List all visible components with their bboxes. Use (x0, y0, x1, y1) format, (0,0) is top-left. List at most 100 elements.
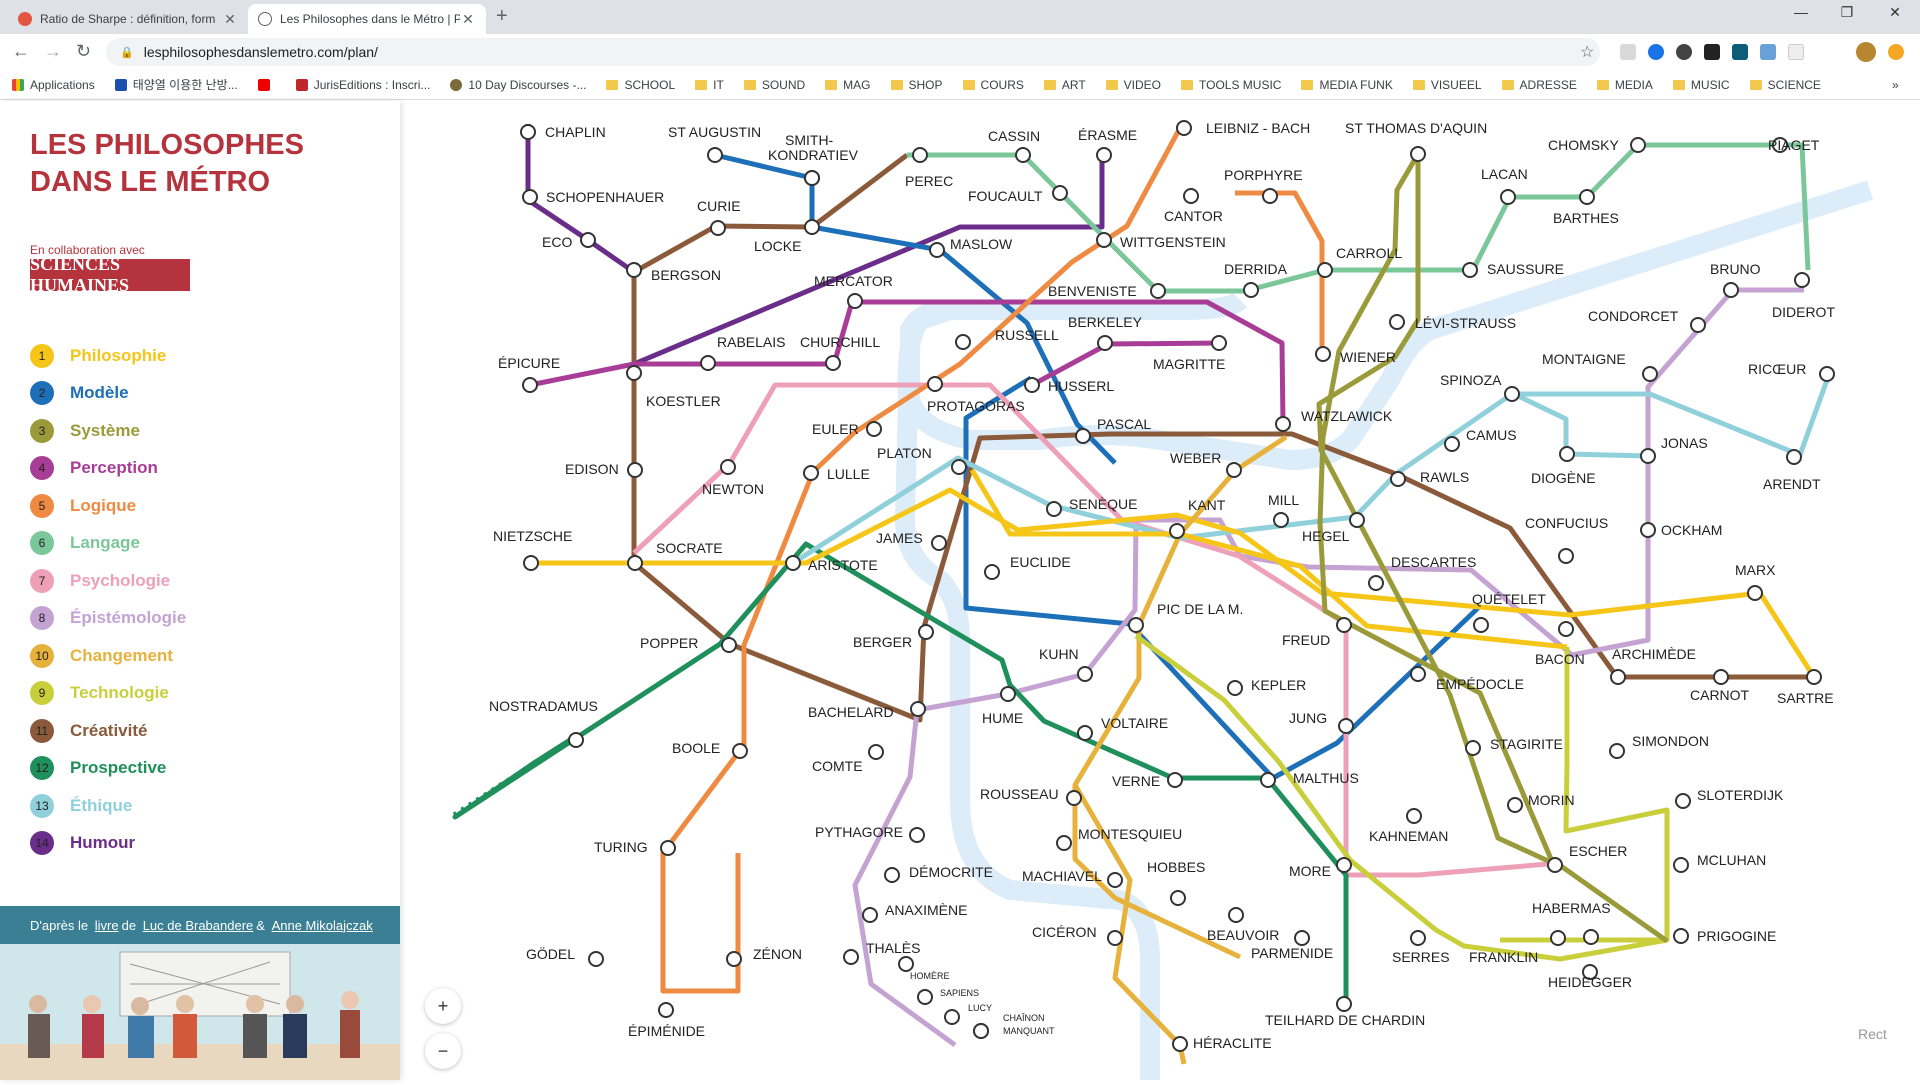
station-label[interactable]: KONDRATIEV (768, 147, 859, 163)
station-rabelais[interactable] (700, 355, 716, 371)
address-bar[interactable]: 🔒 lesphilosophesdanslemetro.com/plan/ (106, 38, 1600, 66)
station-label[interactable]: DIDEROT (1772, 304, 1835, 320)
station-sloterdijk[interactable] (1675, 793, 1691, 809)
station-label[interactable]: BERGSON (651, 267, 721, 283)
extension-icon[interactable] (1760, 44, 1776, 60)
restore-icon[interactable]: ❐ (1824, 4, 1870, 21)
station-diogene[interactable] (1559, 446, 1575, 462)
extension-icon[interactable] (1732, 44, 1748, 60)
station-chaplin[interactable] (520, 124, 536, 140)
station-label[interactable]: PROTAGORAS (927, 398, 1025, 414)
alert-icon[interactable] (1888, 44, 1904, 60)
metro-line-13[interactable] (1512, 391, 1649, 459)
station-protagoras[interactable] (927, 376, 943, 392)
station-label[interactable]: JAMES (876, 530, 923, 546)
station-label[interactable]: SMITH- (785, 132, 834, 148)
station-more[interactable] (1336, 857, 1352, 873)
station-freud[interactable] (1336, 617, 1352, 633)
station-label[interactable]: SCHOPENHAUER (546, 189, 664, 205)
station-lulle[interactable] (803, 465, 819, 481)
bookmark-folder[interactable]: SHOP (890, 78, 943, 92)
zoom-out-button[interactable]: − (425, 1033, 461, 1069)
station-label[interactable]: STAGIRITE (1490, 736, 1563, 752)
station-popper[interactable] (721, 637, 737, 653)
station-boole[interactable] (732, 743, 748, 759)
bookmark-item[interactable] (257, 78, 276, 91)
more-bookmarks-button[interactable]: » (1892, 78, 1899, 92)
station-label[interactable]: QUÉTELET (1472, 591, 1546, 607)
station-label[interactable]: EMPÉDOCLE (1436, 676, 1524, 692)
station-label[interactable]: TEILHARD DE CHARDIN (1265, 1012, 1425, 1028)
station-husserl[interactable] (1024, 377, 1040, 393)
station-aristote[interactable] (785, 555, 801, 571)
station-label[interactable]: MILL (1268, 492, 1299, 508)
station-label[interactable]: MORIN (1528, 792, 1575, 808)
close-window-icon[interactable]: ✕ (1872, 4, 1918, 21)
station-label[interactable]: MCLUHAN (1697, 852, 1766, 868)
minimize-icon[interactable]: — (1778, 4, 1824, 20)
station-berkeley[interactable] (1097, 335, 1113, 351)
station-cassin[interactable] (1015, 147, 1031, 163)
station-label[interactable]: POPPER (640, 635, 698, 651)
station-russell[interactable] (955, 334, 971, 350)
station-label[interactable]: LULLE (827, 466, 870, 482)
station-label[interactable]: RICŒUR (1748, 361, 1806, 377)
station-label[interactable]: EDISON (565, 461, 619, 477)
close-icon[interactable]: ✕ (222, 11, 238, 28)
close-icon[interactable]: ✕ (460, 11, 476, 28)
back-icon[interactable]: ← (12, 41, 30, 62)
metro-map[interactable]: CHAPLIN ST AUGUSTIN SMITH- KONDRATIEV PEREC C… (400, 101, 1920, 1080)
station-label[interactable]: CICÉRON (1032, 924, 1097, 940)
station-label[interactable]: TURING (594, 839, 648, 855)
station-label[interactable]: MAGRITTE (1153, 356, 1225, 372)
station-ockham[interactable] (1640, 522, 1656, 538)
station-socrate[interactable] (627, 555, 643, 571)
station-label[interactable]: ÉPIMÉNIDE (628, 1023, 705, 1039)
station-locke[interactable] (804, 219, 820, 235)
station-label[interactable]: MANQUANT (1003, 1026, 1055, 1036)
bookmark-folder[interactable]: SCHOOL (606, 78, 675, 92)
station-label[interactable]: COMTE (812, 758, 863, 774)
station-sartre[interactable] (1806, 669, 1822, 685)
station-label[interactable]: THALÈS (866, 940, 920, 956)
station-curie[interactable] (710, 220, 726, 236)
station-franklin[interactable] (1550, 930, 1566, 946)
bookmark-folder[interactable]: MEDIA FUNK (1301, 78, 1393, 92)
station-label[interactable]: BEAUVOIR (1207, 927, 1279, 943)
station-jonas[interactable] (1640, 448, 1656, 464)
station-label[interactable]: ÉPICURE (498, 355, 560, 371)
station-platon[interactable] (951, 459, 967, 475)
station-label[interactable]: CHAPLIN (545, 124, 606, 140)
station-bachelard[interactable] (910, 701, 926, 717)
station-label[interactable]: LUCY (968, 1003, 992, 1013)
station-mill[interactable] (1273, 512, 1289, 528)
station-label[interactable]: HEGEL (1302, 528, 1350, 544)
station-label[interactable]: PARMENIDE (1251, 945, 1333, 961)
station-serres[interactable] (1410, 930, 1426, 946)
station-koestler[interactable] (626, 365, 642, 381)
station-label[interactable]: WITTGENSTEIN (1120, 234, 1226, 250)
station-lacan[interactable] (1500, 189, 1516, 205)
map-canvas[interactable]: CHAPLIN ST AUGUSTIN SMITH-KONDRATIEV PEREC C… (400, 101, 1920, 1080)
extension-icon[interactable] (1648, 44, 1664, 60)
station-label[interactable]: PLATON (877, 445, 932, 461)
station-perec[interactable] (912, 147, 928, 163)
extension-icon[interactable] (1620, 44, 1636, 60)
station-label[interactable]: HOBBES (1147, 859, 1205, 875)
station-label[interactable]: CURIE (697, 198, 741, 214)
station-bruno[interactable] (1723, 282, 1739, 298)
station-leibniz[interactable] (1176, 120, 1192, 136)
bookmark-folder[interactable]: VIDEO (1105, 78, 1161, 92)
extension-icon[interactable] (1788, 44, 1804, 60)
station-label[interactable]: MONTESQUIEU (1078, 826, 1182, 842)
station-label[interactable]: KUHN (1039, 646, 1079, 662)
station-ciceron[interactable] (1107, 930, 1123, 946)
station-parmenide[interactable] (1294, 930, 1310, 946)
station-label[interactable]: CHURCHILL (800, 334, 880, 350)
legend-item[interactable]: 5 Logique (30, 487, 186, 525)
station-voltaire[interactable] (1077, 725, 1093, 741)
station-derrida[interactable] (1243, 282, 1259, 298)
station-label[interactable]: BOOLE (672, 740, 720, 756)
station-newton[interactable] (720, 459, 736, 475)
station-label[interactable]: KAHNEMAN (1369, 828, 1448, 844)
